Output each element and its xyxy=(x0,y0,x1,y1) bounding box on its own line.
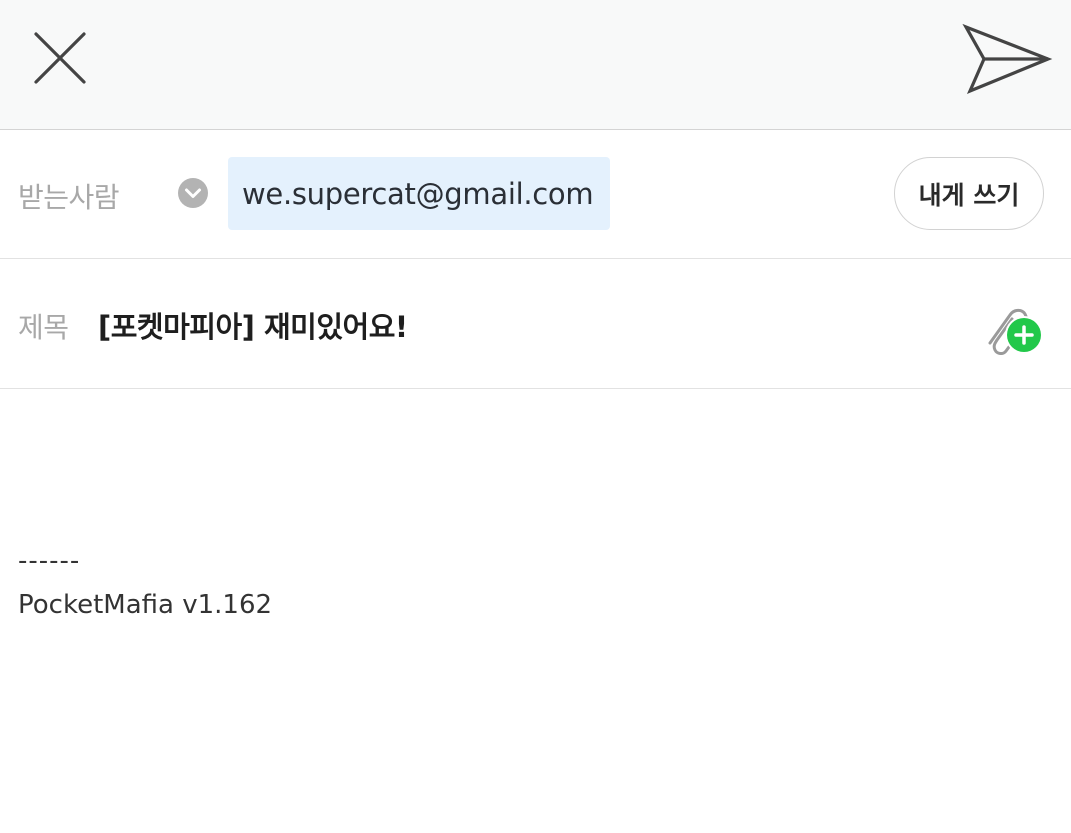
compose-toolbar xyxy=(0,0,1071,130)
signature-divider: ------ xyxy=(18,546,81,576)
recipient-email: we.supercat@gmail.com xyxy=(242,176,594,211)
recipient-row: 받는사람 we.supercat@gmail.com 내게 쓰기 xyxy=(0,130,1071,259)
recipient-chip[interactable]: we.supercat@gmail.com xyxy=(228,157,610,230)
paperclip-add-icon[interactable] xyxy=(976,299,1048,355)
subject-row: 제목 [포켓마피아] 재미있어요! xyxy=(0,259,1071,389)
close-icon[interactable] xyxy=(28,26,92,90)
signature-text: PocketMafia v1.162 xyxy=(18,590,273,620)
send-icon[interactable] xyxy=(960,22,1056,96)
subject-label: 제목 xyxy=(18,311,69,344)
subject-input[interactable]: [포켓마피아] 재미있어요! xyxy=(98,304,408,346)
chevron-down-icon[interactable] xyxy=(177,177,209,209)
write-to-self-button[interactable]: 내게 쓰기 xyxy=(894,157,1044,230)
message-body-editor[interactable]: ------ PocketMafia v1.162 xyxy=(0,389,1071,833)
recipient-label: 받는사람 xyxy=(18,181,120,214)
